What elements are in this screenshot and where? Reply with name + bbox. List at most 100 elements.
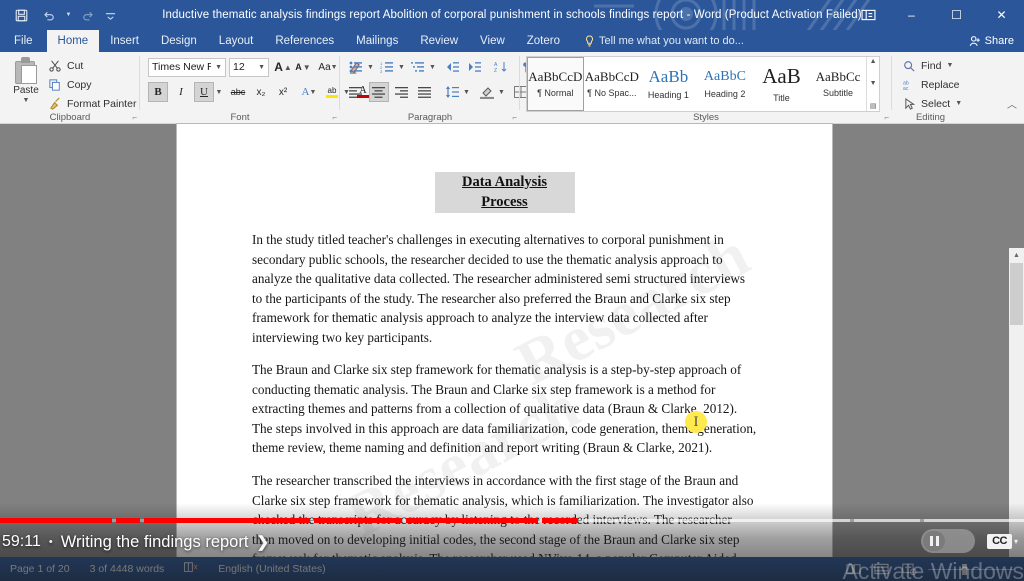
zoom-slider[interactable] (928, 563, 1014, 575)
format-painter-button[interactable]: Format Painter (48, 95, 136, 112)
italic-button[interactable]: I (171, 82, 191, 102)
find-button[interactable]: Find ▼ (902, 57, 953, 74)
align-left-icon[interactable] (346, 82, 366, 102)
find-caret-icon[interactable]: ▼ (946, 62, 953, 69)
captions-button[interactable]: CC (987, 533, 1012, 549)
copy-button[interactable]: Copy (48, 76, 92, 93)
progress-segment[interactable] (0, 518, 112, 523)
style-normal[interactable]: AaBbCcD ¶ Normal (527, 57, 584, 111)
paste-dropdown-icon[interactable]: ▼ (23, 97, 30, 104)
styles-more-icon[interactable]: ▤ (867, 102, 879, 110)
increase-indent-icon[interactable] (465, 57, 485, 77)
underline-button[interactable]: U (194, 82, 214, 102)
proofing-errors-icon[interactable] (174, 562, 208, 576)
shading-icon[interactable] (477, 82, 497, 102)
clipboard-dialog-launcher[interactable]: ⌐ (132, 113, 137, 122)
tab-zotero[interactable]: Zotero (516, 30, 571, 52)
style-title[interactable]: AaB Title (753, 57, 810, 111)
replace-button[interactable]: ab ac Replace (902, 76, 960, 93)
align-center-icon[interactable] (369, 82, 389, 102)
style-subtitle[interactable]: AaBbCc Subtitle (810, 57, 867, 111)
progress-segment[interactable] (406, 518, 538, 523)
sort-icon[interactable]: AZ (491, 57, 511, 77)
bullets-icon[interactable] (346, 57, 366, 77)
tab-review[interactable]: Review (409, 30, 469, 52)
superscript-button[interactable]: x² (273, 82, 293, 102)
progress-segment[interactable] (314, 518, 402, 523)
multilevel-list-icon[interactable] (408, 57, 428, 77)
underline-caret-icon[interactable]: ▼ (214, 82, 224, 102)
styles-dialog-launcher[interactable]: ⌐ (884, 113, 889, 122)
shrink-font-button[interactable]: A ▼ (293, 57, 313, 77)
captions-caret-icon[interactable]: ▾ (1014, 537, 1018, 546)
captions-control[interactable]: CC ▾ (987, 533, 1018, 549)
paste-button[interactable]: Paste ▼ (6, 55, 46, 111)
styles-gallery-scroll[interactable]: ▲ ▼ ▤ (866, 57, 879, 111)
font-dialog-launcher[interactable]: ⌐ (332, 113, 337, 122)
text-effects-button[interactable]: A ▼ (299, 82, 319, 102)
tab-design[interactable]: Design (150, 30, 208, 52)
pause-toggle[interactable] (921, 529, 976, 553)
language-status[interactable]: English (United States) (208, 563, 335, 575)
scroll-up-icon[interactable]: ▲ (1009, 248, 1024, 263)
grow-font-button[interactable]: A ▲ (273, 57, 293, 77)
tab-home[interactable]: Home (46, 30, 100, 52)
tab-view[interactable]: View (469, 30, 516, 52)
cut-button[interactable]: Cut (48, 57, 83, 74)
tab-mailings[interactable]: Mailings (345, 30, 409, 52)
tell-me-search[interactable]: Tell me what you want to do... (571, 30, 744, 52)
font-name-caret-icon[interactable]: ▼ (211, 64, 222, 71)
styles-scroll-down-icon[interactable]: ▼ (867, 80, 879, 87)
select-caret-icon[interactable]: ▼ (955, 100, 962, 107)
progress-remaining-segment[interactable] (582, 519, 666, 522)
tab-file[interactable]: File (0, 30, 47, 52)
progress-segment[interactable] (542, 518, 578, 523)
progress-remaining-segment[interactable] (854, 519, 920, 522)
video-progress-bar[interactable] (0, 518, 1024, 523)
document-page[interactable]: Research Research Data Analysis Process … (177, 124, 832, 581)
subscript-button[interactable]: x₂ (251, 82, 271, 102)
tab-layout[interactable]: Layout (208, 30, 265, 52)
select-button[interactable]: Select ▼ (902, 95, 962, 112)
tab-insert[interactable]: Insert (99, 30, 150, 52)
close-button[interactable]: ✕ (979, 0, 1024, 30)
styles-gallery[interactable]: AaBbCcD ¶ Normal AaBbCcD ¶ No Spac... Aa… (526, 56, 880, 112)
collapse-ribbon-icon[interactable]: ︿ (1007, 96, 1017, 111)
progress-segment[interactable] (144, 518, 310, 523)
scrollbar-thumb[interactable] (1010, 263, 1023, 325)
paragraph-dialog-launcher[interactable]: ⌐ (512, 113, 517, 122)
decrease-indent-icon[interactable] (443, 57, 463, 77)
style-heading-2[interactable]: AaBbC Heading 2 (697, 57, 754, 111)
web-layout-icon[interactable] (900, 561, 918, 577)
align-right-icon[interactable] (392, 82, 412, 102)
line-spacing-icon[interactable] (442, 82, 462, 102)
word-count-status[interactable]: 3 of 4448 words (80, 563, 175, 575)
maximize-button[interactable]: ☐ (934, 0, 979, 30)
bold-button[interactable]: B (148, 82, 168, 102)
change-case-button[interactable]: Aa ▼ (318, 57, 338, 77)
shading-caret-icon[interactable]: ▼ (497, 82, 506, 102)
chapter-chevron-icon[interactable]: ❯ (256, 533, 269, 551)
styles-scroll-up-icon[interactable]: ▲ (867, 58, 879, 65)
video-chapter-title[interactable]: Writing the findings report (61, 533, 249, 552)
style-no-spacing[interactable]: AaBbCcD ¶ No Spac... (584, 57, 641, 111)
numbering-caret-icon[interactable]: ▼ (397, 57, 406, 77)
minimize-button[interactable]: – (889, 0, 934, 30)
zoom-slider-thumb[interactable] (962, 564, 967, 575)
bullets-caret-icon[interactable]: ▼ (366, 57, 375, 77)
ribbon-display-options-icon[interactable] (847, 0, 889, 30)
style-heading-1[interactable]: AaBb Heading 1 (640, 57, 697, 111)
font-size-caret-icon[interactable]: ▼ (254, 64, 265, 71)
justify-icon[interactable] (415, 82, 435, 102)
progress-segment[interactable] (116, 518, 140, 523)
print-layout-icon[interactable] (872, 561, 890, 577)
font-size-combobox[interactable]: 12 ▼ (229, 57, 269, 77)
tab-references[interactable]: References (264, 30, 345, 52)
line-spacing-caret-icon[interactable]: ▼ (462, 82, 471, 102)
progress-remaining-segment[interactable] (670, 519, 850, 522)
numbering-icon[interactable]: 123 (377, 57, 397, 77)
strikethrough-button[interactable]: abc (228, 82, 248, 102)
progress-remaining-segment[interactable] (924, 519, 1024, 522)
multilevel-caret-icon[interactable]: ▼ (428, 57, 437, 77)
page-number-status[interactable]: Page 1 of 20 (0, 563, 80, 575)
